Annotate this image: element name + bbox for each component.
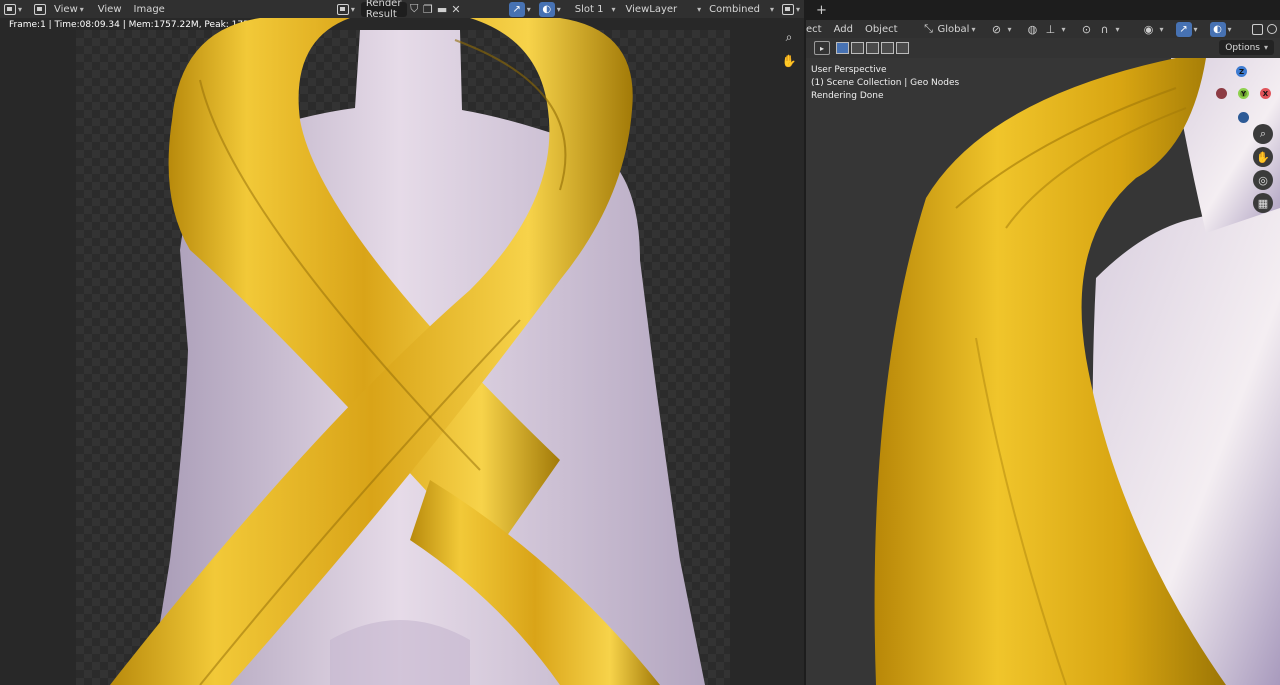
menu-object[interactable]: Object xyxy=(859,21,904,37)
select-new-icon[interactable] xyxy=(836,42,849,54)
y-axis-label: Y xyxy=(1240,89,1247,98)
render-status-text: Rendering Done xyxy=(811,91,884,101)
viewport-3d[interactable]: + ect Add Object ⤡ Global ▾ ⊘ ▾ ◍ ⊥ ▾ ⊙ ∩ ▾ … xyxy=(806,0,1280,685)
orientation-icon: ⤡ xyxy=(924,22,933,35)
x-axis-handle[interactable]: X xyxy=(1260,88,1271,99)
select-subtract-icon[interactable] xyxy=(866,42,879,54)
image-editor: ▾ View ▾ View Image ▾ Render Result ⛉ ❐ … xyxy=(0,0,804,685)
options-label: Options xyxy=(1225,42,1260,53)
workspace-tabbar: + xyxy=(806,0,1280,20)
view-perspective-text: User Perspective xyxy=(811,65,887,75)
viewport-gizmo-icon: ↗ xyxy=(1175,21,1192,37)
neg-z-axis-handle[interactable] xyxy=(1238,112,1249,123)
wireframe-shading-icon[interactable] xyxy=(1266,24,1277,34)
menu-add[interactable]: Add xyxy=(828,21,859,37)
transform-orientation-select[interactable]: ⤡ Global ▾ xyxy=(914,21,982,37)
viewport-zoom-icon[interactable]: ⌕ xyxy=(1253,124,1273,144)
select-invert-icon[interactable] xyxy=(881,42,894,54)
collection-text: (1) Scene Collection | Geo Nodes xyxy=(811,78,960,88)
render-image xyxy=(110,18,705,685)
navigation-gizmo[interactable]: Z Y X xyxy=(1210,64,1272,124)
proportional-edit-icon: ⊙ xyxy=(1081,22,1092,36)
xray-icon[interactable] xyxy=(1251,23,1263,35)
camera-view-icon[interactable]: ◎ xyxy=(1253,170,1273,190)
snap-target-icon: ⊥ xyxy=(1045,22,1056,36)
z-axis-label: Z xyxy=(1238,67,1245,76)
snap-toggle[interactable]: ◍ ⊥ ▾ xyxy=(1017,21,1071,37)
viewport-gizmo-toggle[interactable]: ↗ ▾ xyxy=(1170,21,1204,37)
x-axis-label: X xyxy=(1262,89,1269,98)
orientation-text: Global xyxy=(937,23,970,35)
pivot-select[interactable]: ⊘ ▾ xyxy=(981,21,1017,37)
menu-select[interactable]: ect xyxy=(806,21,828,37)
select-intersect-icon[interactable] xyxy=(896,42,909,54)
pivot-icon: ⊘ xyxy=(991,22,1002,36)
neg-x-axis-handle[interactable] xyxy=(1216,88,1227,99)
viewport-header: ect Add Object ⤡ Global ▾ ⊘ ▾ ◍ ⊥ ▾ ⊙ ∩ ▾ ◉ ▾… xyxy=(806,20,1280,38)
y-axis-handle[interactable]: Y xyxy=(1238,88,1249,99)
z-axis-handle[interactable]: Z xyxy=(1236,66,1247,77)
viewport-info: User Perspective (1) Scene Collection | … xyxy=(811,64,959,103)
visibility-toggle[interactable]: ◉ ▾ xyxy=(1134,21,1170,37)
tool-header: ▸ xyxy=(814,41,911,55)
zoom-icon[interactable]: ⌕ xyxy=(780,28,798,46)
perspective-toggle-icon[interactable]: ▦ xyxy=(1253,193,1273,213)
select-tool-icon[interactable]: ▸ xyxy=(814,41,830,55)
hand-icon[interactable]: ✋ xyxy=(780,52,798,70)
viewport-nav-tools: ⌕ ✋ ◎ ▦ xyxy=(1253,124,1273,216)
proportional-edit-toggle[interactable]: ⊙ ∩ ▾ xyxy=(1071,21,1125,37)
shading-modes[interactable]: ▾ xyxy=(1244,21,1280,37)
viewport-overlay-icon: ◐ xyxy=(1209,21,1226,37)
add-workspace-icon[interactable]: + xyxy=(816,3,827,18)
viewport-render xyxy=(806,58,1280,685)
falloff-icon: ∩ xyxy=(1100,22,1109,36)
viewport-pan-icon[interactable]: ✋ xyxy=(1253,147,1273,167)
options-button[interactable]: Options ▾ xyxy=(1219,40,1274,55)
viewport-overlay-toggle[interactable]: ◐ ▾ xyxy=(1204,21,1238,37)
visibility-icon: ◉ xyxy=(1143,22,1154,36)
image-nav-tools: ⌕ ✋ xyxy=(780,28,798,76)
select-extend-icon[interactable] xyxy=(851,42,864,54)
snap-icon: ◍ xyxy=(1027,22,1038,36)
